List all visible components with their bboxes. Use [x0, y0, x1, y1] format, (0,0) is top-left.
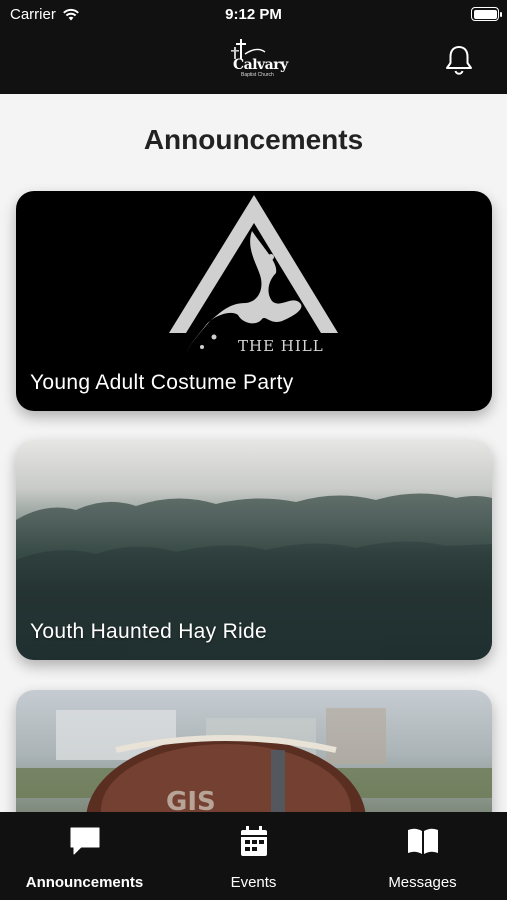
football-image: GIS: [16, 708, 492, 812]
card-title: Youth Haunted Hay Ride: [30, 620, 267, 643]
church-logo: Calvary Baptist Church: [225, 38, 288, 84]
page-title: Announcements: [143, 124, 364, 155]
card-title: Young Adult Costume Party: [30, 371, 294, 394]
announcement-card[interactable]: THE HILL Young Adult Costume Party: [16, 191, 492, 411]
battery-icon: [471, 7, 502, 21]
bell-icon[interactable]: [444, 44, 474, 76]
calendar-icon: [240, 826, 267, 856]
logo-wordmark: Calvary: [233, 57, 288, 73]
clock: 9:12 PM: [225, 6, 282, 23]
announcement-card[interactable]: GIS: [16, 690, 492, 812]
announcements-list[interactable]: Announcements THE HILL Young Adult Costu…: [0, 94, 507, 812]
chat-bubble-icon: [70, 827, 99, 855]
tab-bar: Announcements Events Messages: [0, 812, 507, 900]
image-text: THE HILL: [238, 337, 324, 355]
logo-subtitle: Baptist Church: [241, 72, 274, 78]
status-bar: Carrier 9:12 PM: [0, 0, 507, 30]
tab-events[interactable]: Events: [169, 812, 338, 900]
tab-announcements[interactable]: Announcements: [0, 812, 169, 900]
book-icon: [407, 828, 438, 854]
top-bar: Carrier 9:12 PM Calvary Baptist Church: [0, 0, 507, 94]
tab-label: Events: [230, 874, 277, 891]
tab-label: Messages: [388, 874, 457, 891]
svg-text:GIS: GIS: [166, 787, 216, 812]
announcement-card[interactable]: Youth Haunted Hay Ride: [16, 440, 492, 660]
tab-messages[interactable]: Messages: [338, 812, 507, 900]
tab-label: Announcements: [25, 874, 144, 891]
